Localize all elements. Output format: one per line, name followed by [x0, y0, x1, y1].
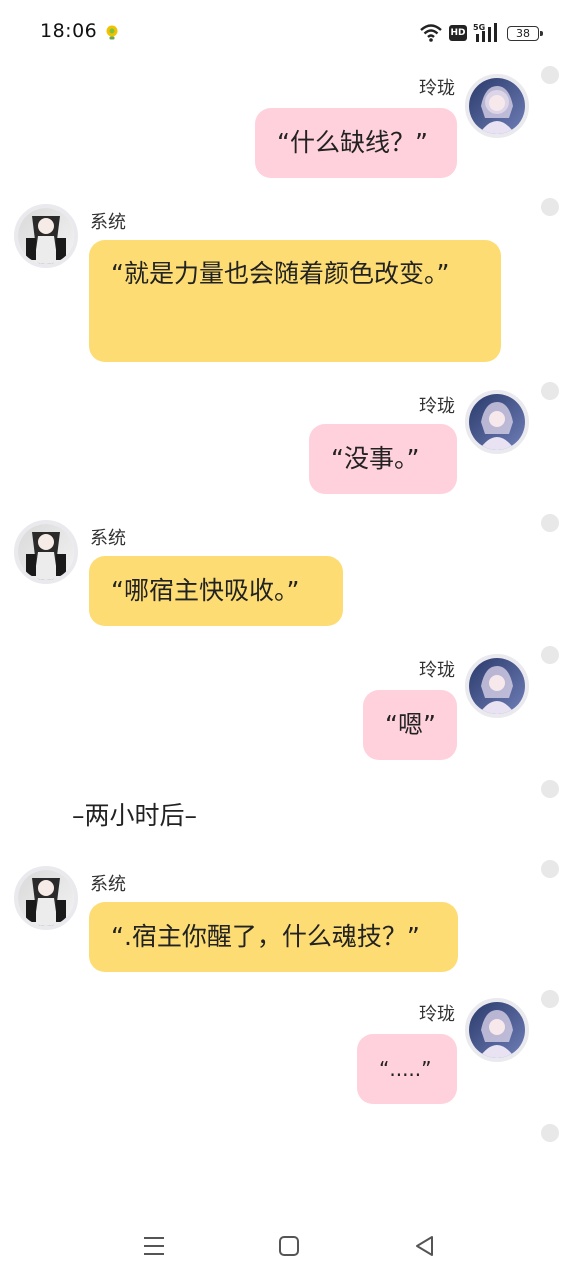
sender-name: 玲珑 [419, 1004, 455, 1025]
hd-badge: HD [449, 25, 467, 41]
navigation-bar [0, 1210, 573, 1280]
message-status-dot [541, 860, 559, 878]
message-bubble[interactable]: “.....” [357, 1034, 457, 1104]
message-row: 玲珑 “.....” [0, 990, 573, 1110]
message-status-dot [541, 1124, 559, 1142]
message-status-dot [541, 646, 559, 664]
system-avatar[interactable] [14, 520, 78, 584]
message-row: 玲珑 “嗯” [0, 646, 573, 766]
battery-icon: 38 [507, 25, 543, 41]
battery-level: 38 [516, 26, 530, 40]
message-row: 玲珑 “什么缺线？” [0, 66, 573, 186]
user-avatar[interactable] [465, 74, 529, 138]
status-bar: 18:06 HD 5G 38 [0, 0, 573, 66]
message-bubble[interactable]: “.宿主你醒了，什么魂技？” [89, 902, 458, 972]
message-status-dot [541, 382, 559, 400]
lightbulb-notification-icon [106, 25, 118, 40]
message-row: 系统 “.宿主你醒了，什么魂技？” [0, 858, 573, 978]
narration-text: –两小时后– [72, 801, 198, 830]
sender-name: 玲珑 [419, 78, 455, 99]
message-bubble[interactable]: “就是力量也会随着颜色改变。” [89, 240, 501, 362]
sender-name: 系统 [90, 874, 126, 895]
user-avatar[interactable] [465, 390, 529, 454]
message-status-dot [541, 198, 559, 216]
message-bubble[interactable]: “没事。” [309, 424, 457, 494]
message-bubble[interactable]: “什么缺线？” [255, 108, 457, 178]
network-label: 5G [473, 23, 485, 32]
message-status-dot [541, 514, 559, 532]
sender-name: 系统 [90, 528, 126, 549]
system-avatar[interactable] [14, 204, 78, 268]
signal-5g-icon: 5G [473, 23, 497, 42]
message-status-dot [541, 66, 559, 84]
message-bubble[interactable]: “哪宿主快吸收。” [89, 556, 343, 626]
message-status-dot [541, 990, 559, 1008]
sender-name: 系统 [90, 212, 126, 233]
message-row: 系统 “就是力量也会随着颜色改变。” [0, 198, 573, 368]
message-bubble[interactable]: “嗯” [363, 690, 457, 760]
sender-name: 玲珑 [419, 660, 455, 681]
user-avatar[interactable] [465, 998, 529, 1062]
message-status-dot [541, 780, 559, 798]
sender-name: 玲珑 [419, 396, 455, 417]
back-icon[interactable] [412, 1234, 438, 1258]
status-time: 18:06 [40, 20, 98, 42]
user-avatar[interactable] [465, 654, 529, 718]
menu-icon[interactable] [141, 1234, 167, 1258]
message-row: 系统 “哪宿主快吸收。” [0, 514, 573, 634]
wifi-icon [420, 24, 442, 42]
status-icons: HD 5G 38 [419, 21, 543, 45]
message-row: 玲珑 “没事。” [0, 382, 573, 502]
system-avatar[interactable] [14, 866, 78, 930]
home-icon[interactable] [276, 1234, 302, 1258]
